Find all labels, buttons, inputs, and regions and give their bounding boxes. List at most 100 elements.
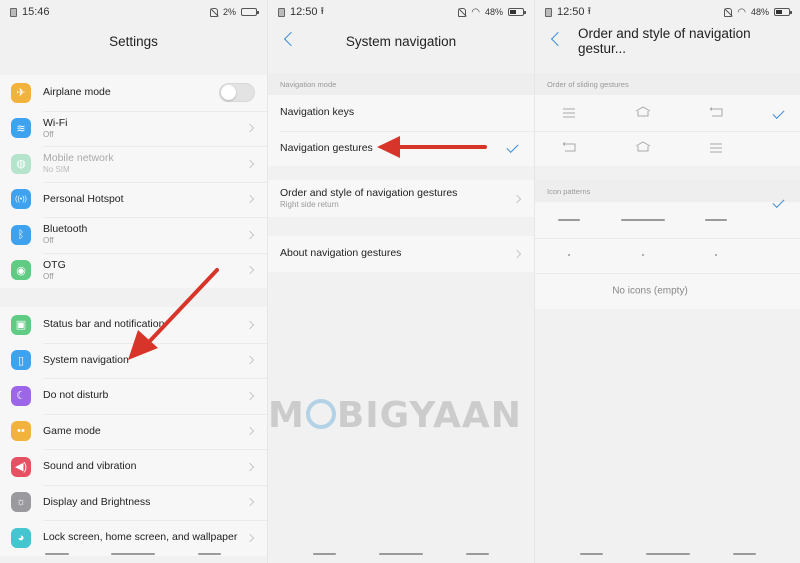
item-text: Do not disturb: [43, 389, 108, 402]
pattern-bar: [621, 218, 665, 221]
pattern-dot: [715, 254, 717, 257]
option-label: Navigation gestures: [280, 141, 373, 154]
settings-item-bluetooth[interactable]: ᛒ Bluetooth Off: [0, 217, 267, 253]
settings-item-game-mode[interactable]: •• Game mode: [0, 413, 267, 449]
chevron-right-icon: [245, 533, 255, 542]
wifi-signal-icon: ◠: [471, 6, 480, 18]
otg-icon: ◉: [11, 260, 31, 281]
airplane-mode-toggle[interactable]: [219, 83, 255, 103]
chevron-right-icon: [245, 498, 255, 507]
patterns-section: Icon patterns No icons (empty): [535, 180, 800, 309]
screenshot-collage: 15:46 2% Settings ✈ Airplane mode ≋ Wi-Fi Of…: [0, 0, 800, 563]
status-time: 12:50: [557, 6, 585, 18]
item-label: Game mode: [43, 424, 101, 437]
menu-icon: [710, 143, 722, 153]
status-bar: 12:50 ⭱ ◠ 48%: [535, 0, 800, 24]
icon-pattern-option[interactable]: [535, 237, 800, 273]
chevron-right-icon: [512, 249, 522, 258]
item-label: Mobile network: [43, 152, 114, 165]
settings-item-sound-and-vibration[interactable]: ◀) Sound and vibration: [0, 449, 267, 485]
back-icon: [709, 104, 723, 122]
item-text: Personal Hotspot: [43, 193, 124, 206]
settings-item-personal-hotspot[interactable]: ((•)) Personal Hotspot: [0, 181, 267, 217]
item-text: Game mode: [43, 425, 101, 438]
settings-item-system-navigation[interactable]: ▯ System navigation: [0, 342, 267, 378]
pattern-dot: [568, 254, 570, 257]
item-label: Display and Brightness: [43, 495, 151, 508]
nav-hint-bar: [646, 553, 690, 555]
sim-icon: [10, 7, 17, 17]
hotspot-icon: ((•)): [11, 189, 31, 210]
wifi-icon: ≋: [11, 118, 31, 139]
item-label: Sound and vibration: [43, 460, 137, 473]
nav-hint-bar: [379, 553, 423, 555]
battery-icon: [508, 8, 526, 16]
mute-bell-icon: [724, 7, 733, 17]
gesture-order-option[interactable]: [535, 95, 800, 131]
settings-item-lock-screen-home-screen-and-wallpaper[interactable]: ◕ Lock screen, home screen, and wallpaper: [0, 520, 267, 556]
upload-icon: ⭱: [587, 5, 592, 17]
option-navigation-gestures[interactable]: Navigation gestures: [268, 130, 534, 166]
settings-item-status-bar-and-notification[interactable]: ▣ Status bar and notification: [0, 307, 267, 343]
navigation-mode-section: Navigation mode Navigation keys Navigati…: [268, 73, 534, 166]
page-title: Settings: [109, 33, 158, 49]
chevron-right-icon: [245, 159, 255, 168]
nav-hint-bar: [198, 553, 221, 555]
checkmark-icon: [506, 140, 519, 153]
chevron-right-icon: [245, 462, 255, 471]
settings-item-airplane-mode[interactable]: ✈ Airplane mode: [0, 75, 267, 111]
status-bar: 15:46 2%: [0, 0, 267, 24]
option-label: Navigation keys: [280, 106, 355, 119]
settings-item-mobile-network[interactable]: ◍ Mobile network No SIM: [0, 146, 267, 182]
section-label: Icon patterns: [535, 180, 800, 202]
order-and-style-item[interactable]: Order and style of navigation gestures R…: [268, 180, 534, 217]
settings-item-otg[interactable]: ◉ OTG Off: [0, 252, 267, 288]
moon-icon: ☾: [11, 385, 31, 406]
item-text: Status bar and notification: [43, 318, 164, 331]
back-icon: [562, 139, 576, 157]
item-text: Display and Brightness: [43, 496, 150, 509]
notification-icon: ▣: [11, 314, 31, 335]
home-icon: [635, 104, 651, 122]
battery-percent: 48%: [484, 7, 503, 17]
system-navigation-screen: 12:50 ⭱ ◠ 48% System navigation Navigati…: [267, 0, 534, 563]
settings-item-wi-fi[interactable]: ≋ Wi-Fi Off: [0, 110, 267, 146]
brightness-icon: ☼: [11, 492, 31, 513]
system-navigation-icon: ▯: [11, 350, 31, 371]
order-section: Order of sliding gestures: [535, 73, 800, 166]
chevron-right-icon: [245, 266, 255, 275]
about-navigation-gestures-item[interactable]: About navigation gestures: [268, 236, 534, 272]
gesture-order-option[interactable]: [535, 130, 800, 166]
icon-pattern-option[interactable]: [535, 195, 800, 238]
item-text: Lock screen, home screen, and wallpaper: [43, 531, 237, 544]
status-time: 12:50: [290, 6, 318, 18]
game-icon: ••: [11, 421, 31, 442]
speaker-icon: ◀): [11, 456, 31, 477]
mute-bell-icon: [458, 7, 467, 17]
checkmark-icon: [772, 106, 785, 119]
home-icon: [635, 139, 651, 157]
nav-hint-bar: [111, 553, 155, 555]
nav-hint-bar: [580, 553, 603, 555]
chevron-right-icon: [245, 391, 255, 400]
item-label: Bluetooth: [43, 223, 88, 236]
page-title: System navigation: [268, 24, 534, 58]
status-bar: 12:50 ⭱ ◠ 48%: [268, 0, 534, 24]
order-style-screen: 12:50 ⭱ ◠ 48% Order and style of navigat…: [534, 0, 800, 563]
icon-pattern-option[interactable]: No icons (empty): [535, 273, 800, 309]
back-button[interactable]: [547, 30, 567, 50]
settings-group-system: ▣ Status bar and notification ▯ System navi…: [0, 307, 267, 556]
pattern-dot: [642, 254, 644, 257]
pattern-empty-label: No icons (empty): [612, 285, 688, 297]
item-label: Status bar and notification: [43, 318, 165, 331]
item-text: Sound and vibration: [43, 460, 136, 473]
menu-icon: [563, 108, 575, 118]
item-text: Airplane mode: [43, 86, 111, 99]
settings-item-do-not-disturb[interactable]: ☾ Do not disturb: [0, 378, 267, 414]
item-text: OTG Off: [43, 259, 66, 282]
back-button[interactable]: [280, 30, 300, 50]
sim-icon: [278, 7, 285, 17]
settings-item-display-and-brightness[interactable]: ☼ Display and Brightness: [0, 484, 267, 520]
nav-hint-bar: [313, 553, 336, 555]
option-navigation-keys[interactable]: Navigation keys: [268, 95, 534, 131]
